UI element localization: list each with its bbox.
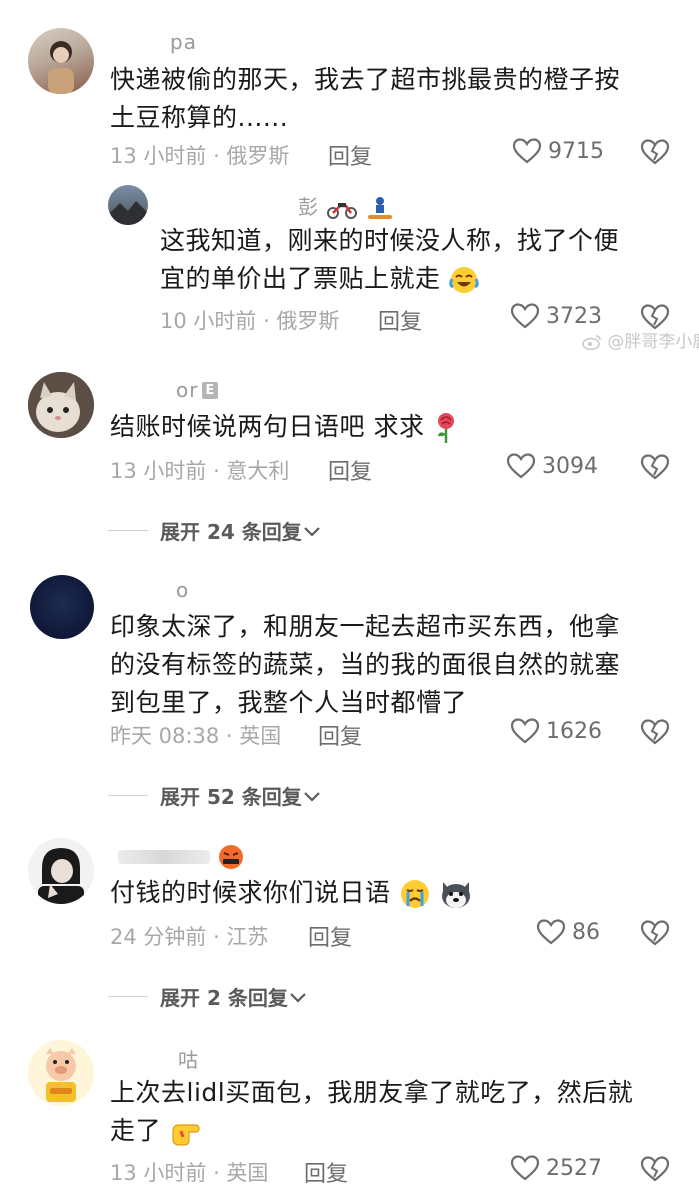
like-count: 3094 <box>542 453 598 479</box>
divider <box>108 794 148 797</box>
avatar[interactable] <box>28 1040 94 1106</box>
heart-icon <box>510 1155 540 1181</box>
expand-replies-button[interactable]: 展开 24 条回复 <box>108 516 322 545</box>
chevron-down-icon <box>303 526 320 537</box>
like-count: 1626 <box>546 718 602 744</box>
username[interactable]: or E <box>176 378 219 402</box>
reply-button[interactable]: 回复 <box>308 920 352 952</box>
broken-heart-icon[interactable] <box>640 138 670 166</box>
like-button[interactable]: 1626 <box>510 717 602 745</box>
reply-button[interactable]: 回复 <box>304 1156 348 1188</box>
husky-emoji-icon <box>442 882 471 908</box>
reply-button[interactable]: 回复 <box>328 454 372 486</box>
like-count: 2527 <box>546 1155 602 1181</box>
comment-meta: 10 小时前 · 俄罗斯 <box>160 309 340 333</box>
rose-emoji-icon <box>437 413 454 443</box>
like-count: 9715 <box>548 138 604 164</box>
heart-icon <box>512 138 542 164</box>
broken-heart-icon[interactable] <box>640 919 670 947</box>
reply-button[interactable]: 回复 <box>328 139 372 171</box>
crying-emoji-icon <box>400 880 429 908</box>
username[interactable]: pa <box>170 30 197 54</box>
comment-text: 结账时候说两句日语吧 求求 <box>110 408 670 446</box>
comment-text: 印象太深了，和朋友一起去超市买东西，他拿 的没有标签的蔬菜，当的我的面很自然的就… <box>110 612 621 717</box>
username[interactable]: 彭 <box>298 191 394 222</box>
laughing-tears-emoji-icon <box>449 267 479 293</box>
weibo-icon <box>582 335 601 350</box>
heart-icon <box>506 453 536 479</box>
expand-replies-button[interactable]: 展开 52 条回复 <box>108 781 322 810</box>
user-photo-icon <box>108 201 148 225</box>
snowboarder-icon <box>367 196 392 219</box>
comment-text: 上次去lidl买面包，我朋友拿了就吃了，然后就 走了 <box>110 1078 634 1146</box>
like-button[interactable]: 3094 <box>506 452 598 480</box>
name-placeholder <box>118 850 210 864</box>
comment-meta: 昨天 08:38 · 英国 <box>110 724 282 748</box>
watermark: @胖哥李小鹿 <box>582 327 699 352</box>
pointing-hand-emoji-icon <box>172 1124 201 1146</box>
like-button[interactable]: 86 <box>536 918 600 946</box>
chevron-down-icon <box>290 992 306 1003</box>
user-photo-icon <box>48 41 74 94</box>
like-count: 3723 <box>546 303 602 329</box>
motorcycle-icon <box>327 202 358 219</box>
avatar[interactable] <box>108 185 148 225</box>
comment-text: 快递被偷的那天，我去了超市挑最贵的橙子按 土豆称算的...... <box>110 65 621 132</box>
comment-meta: 13 小时前 · 意大利 <box>110 459 290 483</box>
comment-meta: 24 分钟前 · 江苏 <box>110 925 269 949</box>
pig-mascot-icon <box>46 1048 76 1102</box>
reply-button[interactable]: 回复 <box>318 719 362 751</box>
like-button[interactable]: 3723 <box>510 302 602 330</box>
heart-icon <box>510 303 540 329</box>
comment-text: 付钱的时候求你们说日语 <box>110 874 670 912</box>
username[interactable] <box>112 843 246 871</box>
avatar[interactable] <box>28 372 94 438</box>
heart-icon <box>510 718 540 744</box>
like-button[interactable]: 9715 <box>512 137 604 165</box>
chevron-down-icon <box>303 791 320 802</box>
like-count: 86 <box>572 919 600 945</box>
user-photo-icon <box>38 848 84 904</box>
author-badge: E <box>202 381 219 399</box>
comment-meta: 13 小时前 · 俄罗斯 <box>110 144 290 168</box>
username[interactable]: o <box>176 578 189 602</box>
avatar[interactable] <box>28 28 94 94</box>
broken-heart-icon[interactable] <box>640 1155 670 1183</box>
username[interactable]: 咕 <box>178 1044 199 1073</box>
comment-text: 这我知道，刚来的时候没人称，找了个便 宜的单价出了票贴上就走 <box>160 226 620 293</box>
expand-replies-button[interactable]: 展开 2 条回复 <box>108 982 308 1011</box>
cat-photo-icon <box>28 372 94 438</box>
like-button[interactable]: 2527 <box>510 1154 602 1182</box>
divider <box>108 995 148 998</box>
broken-heart-icon[interactable] <box>640 718 670 746</box>
divider <box>108 529 148 532</box>
angry-emoji-icon <box>219 845 243 869</box>
broken-heart-icon[interactable] <box>640 453 670 481</box>
avatar[interactable] <box>28 838 94 904</box>
avatar[interactable] <box>30 575 94 639</box>
heart-icon <box>536 919 566 945</box>
reply-button[interactable]: 回复 <box>378 304 422 336</box>
comment-meta: 13 小时前 · 英国 <box>110 1161 269 1185</box>
